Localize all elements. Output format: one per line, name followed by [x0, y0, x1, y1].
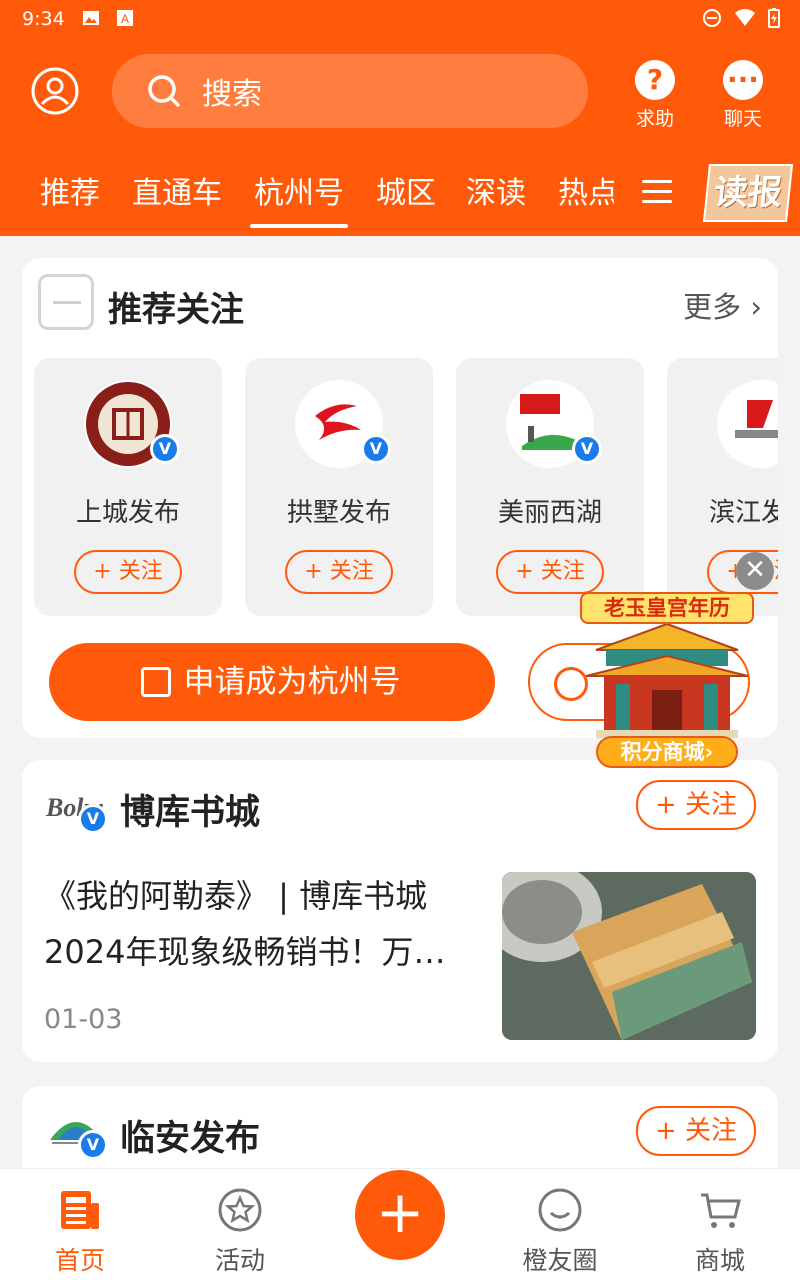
cart-icon: [701, 1193, 741, 1228]
channel-menu-icon[interactable]: [642, 180, 672, 210]
help-label: 求助: [635, 108, 674, 130]
floating-ad[interactable]: ✕ 老玉皇宫年历 积分商城›: [576, 552, 774, 768]
app-header: 9:34 A 搜索 ? 求助 ··· 聊天 推荐 直通车 杭州号 城区 深读 热…: [0, 0, 800, 236]
status-icons: [702, 8, 780, 28]
nav-label: 橙友圈: [522, 1246, 598, 1275]
book-photo-image: [502, 872, 756, 1040]
nav-friends[interactable]: 橙友圈: [510, 1187, 610, 1277]
follow-button[interactable]: + 关注: [496, 550, 604, 594]
nav-mall[interactable]: 商城: [670, 1187, 770, 1277]
gallery-notification-icon: [83, 11, 99, 25]
account-card[interactable]: V 美丽西湖 + 关注: [456, 358, 644, 616]
follow-button[interactable]: + 关注: [285, 550, 393, 594]
channel-tabs: 推荐 直通车 杭州号 城区 深读 热点: [0, 160, 800, 236]
feed-source-name: 临安发布: [120, 1119, 261, 1159]
account-avatar: V: [295, 380, 391, 468]
profile-icon[interactable]: [30, 66, 80, 116]
nav-label: 首页: [54, 1246, 105, 1275]
verified-icon: V: [572, 434, 602, 464]
follow-button[interactable]: + 关注: [74, 550, 182, 594]
dnd-icon: [703, 9, 721, 27]
tab-hot[interactable]: 热点: [558, 168, 614, 212]
feed-source-name: 博库书城: [120, 793, 261, 833]
account-name: 滨江发布: [708, 498, 778, 528]
read-paper-button[interactable]: 读报: [702, 164, 794, 222]
account-card[interactable]: V 拱墅发布 + 关注: [245, 358, 433, 616]
account-card[interactable]: V 上城发布 + 关注: [34, 358, 222, 616]
newspaper-icon: [61, 1191, 99, 1229]
account-avatar: V: [717, 380, 778, 468]
account-name: 美丽西湖: [497, 498, 602, 528]
battery-icon: [768, 8, 780, 28]
svg-text:A: A: [121, 12, 129, 26]
search-bar[interactable]: 搜索: [112, 54, 588, 128]
edit-icon: [141, 667, 171, 697]
section-icon: [38, 274, 94, 330]
binjiang-logo-icon: [719, 382, 778, 466]
verified-icon: V: [78, 1130, 108, 1160]
search-icon: [148, 75, 180, 107]
nav-activity[interactable]: 活动: [190, 1187, 290, 1277]
feed-headline[interactable]: 《我的阿勒泰》 | 博库书城2024年现象级畅销书！万…: [44, 868, 474, 980]
apply-label: 申请成为杭州号: [183, 664, 401, 700]
account-name: 拱墅发布: [286, 498, 391, 528]
account-name: 上城发布: [75, 498, 180, 528]
nav-label: 商城: [694, 1246, 745, 1275]
tab-express[interactable]: 直通车: [132, 168, 222, 212]
ad-cta[interactable]: 积分商城›: [596, 736, 738, 768]
more-link[interactable]: 更多 ›: [683, 284, 762, 326]
app-notification-icon: A: [117, 10, 133, 26]
star-badge-icon: [218, 1188, 262, 1232]
feed-thumbnail[interactable]: [502, 872, 756, 1040]
feed-date: 01-03: [44, 1004, 123, 1035]
chat-bubble-icon: ···: [723, 60, 763, 100]
search-placeholder: 搜索: [202, 77, 262, 112]
verified-icon: V: [150, 434, 180, 464]
smile-icon: [538, 1188, 582, 1232]
plus-icon: +: [375, 1178, 425, 1246]
follow-button[interactable]: + 关注: [636, 1106, 756, 1156]
chat-button[interactable]: ··· 聊天: [708, 60, 778, 131]
account-carousel[interactable]: V 上城发布 + 关注 V 拱墅发布 + 关注 V 美丽西湖 + 关注 V: [34, 358, 778, 616]
verified-icon: V: [78, 804, 108, 834]
ad-title: 老玉皇宫年历: [580, 592, 754, 624]
active-tab-indicator: [250, 224, 348, 228]
feed-card[interactable]: Boku V 博库书城 + 关注 《我的阿勒泰》 | 博库书城2024年现象级畅…: [22, 760, 778, 1062]
tab-hangzhou-accounts[interactable]: 杭州号: [250, 168, 348, 228]
chat-label: 聊天: [723, 108, 762, 130]
verified-icon: V: [361, 434, 391, 464]
close-icon[interactable]: ✕: [736, 552, 774, 590]
follow-button[interactable]: + 关注: [636, 780, 756, 830]
wifi-icon: [735, 9, 755, 26]
tab-deep-read[interactable]: 深读: [466, 168, 526, 212]
add-post-button[interactable]: +: [355, 1170, 445, 1260]
tab-recommend[interactable]: 推荐: [40, 168, 100, 212]
question-icon: ?: [635, 60, 675, 100]
account-avatar: V: [506, 380, 602, 468]
section-title: 推荐关注: [108, 290, 244, 330]
account-avatar: V: [84, 380, 180, 468]
apply-hangzhou-account-button[interactable]: 申请成为杭州号: [49, 643, 495, 721]
tab-district[interactable]: 城区: [376, 168, 436, 212]
status-bar: 9:34 A: [0, 0, 800, 36]
status-time: 9:34: [22, 8, 65, 30]
nav-label: 活动: [214, 1246, 265, 1275]
help-button[interactable]: ? 求助: [620, 60, 690, 131]
nav-home[interactable]: 首页: [30, 1187, 130, 1277]
